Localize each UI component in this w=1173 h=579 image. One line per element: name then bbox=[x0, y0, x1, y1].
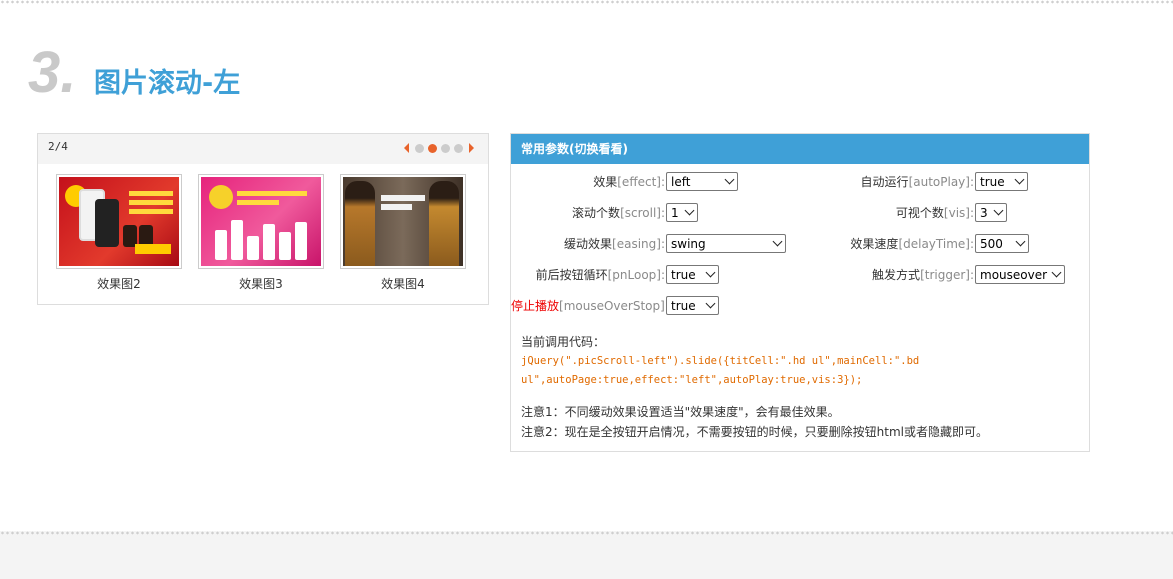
mouseoverstop-select[interactable]: true bbox=[666, 296, 719, 315]
section-title: 图片滚动-左 bbox=[94, 68, 241, 99]
code-label: 当前调用代码： bbox=[521, 335, 606, 349]
slide-item[interactable]: 效果图2 bbox=[56, 174, 182, 292]
pager-dot-3[interactable] bbox=[441, 143, 450, 153]
slide-item[interactable]: 效果图4 bbox=[340, 174, 466, 292]
param-vis: 可视个数[vis]: 3 bbox=[811, 203, 1007, 222]
panel-header: 常用参数(切换看看) bbox=[511, 134, 1089, 164]
slider-pager bbox=[404, 143, 474, 153]
param-trigger: 触发方式[trigger]: mouseover bbox=[811, 265, 1065, 284]
slide-image[interactable] bbox=[56, 174, 182, 269]
footer-band bbox=[0, 531, 1173, 579]
slide-item[interactable]: 效果图3 bbox=[198, 174, 324, 292]
autoplay-select[interactable]: true bbox=[975, 172, 1028, 191]
notes: 注意1：不同缓动效果设置适当"效果速度"，会有最佳效果。 注意2：现在是全按钮开… bbox=[521, 402, 988, 442]
slide-caption[interactable]: 效果图3 bbox=[198, 275, 324, 292]
pager-dot-1[interactable] bbox=[415, 143, 424, 153]
chevron-down-icon bbox=[724, 174, 735, 185]
chevron-down-icon bbox=[705, 267, 716, 278]
param-scroll: 滚动个数[scroll]: 1 bbox=[511, 203, 698, 222]
chevron-down-icon bbox=[993, 205, 1004, 216]
trigger-select[interactable]: mouseover bbox=[975, 265, 1065, 284]
pic-scroll-demo: 2/4 效果图2 效果图3 效果图4 bbox=[37, 133, 489, 305]
slide-list: 效果图2 效果图3 效果图4 bbox=[56, 174, 466, 292]
easing-select[interactable]: swing bbox=[666, 234, 786, 253]
pager-dot-4[interactable] bbox=[454, 143, 463, 153]
chevron-down-icon bbox=[1051, 267, 1062, 278]
page-indicator: 2/4 bbox=[48, 140, 68, 153]
note-1: 注意1：不同缓动效果设置适当"效果速度"，会有最佳效果。 bbox=[521, 405, 840, 419]
bottom-dotted-divider bbox=[0, 531, 1173, 535]
param-delaytime: 效果速度[delayTime]: 500 bbox=[811, 234, 1029, 253]
chevron-down-icon bbox=[772, 236, 783, 247]
param-pnloop: 前后按钮循环[pnLoop]: true bbox=[511, 265, 719, 284]
next-arrow-icon[interactable] bbox=[469, 143, 474, 153]
param-easing: 缓动效果[easing]: swing bbox=[511, 234, 786, 253]
slide-caption[interactable]: 效果图4 bbox=[340, 275, 466, 292]
param-mouseoverstop: 停止播放[mouseOverStop]: true bbox=[511, 296, 719, 315]
slide-image[interactable] bbox=[340, 174, 466, 269]
code-snippet: jQuery(".picScroll-left").slide({titCell… bbox=[521, 355, 920, 386]
scroll-select[interactable]: 1 bbox=[666, 203, 698, 222]
section-number: 3. bbox=[28, 40, 77, 105]
effect-select[interactable]: left bbox=[666, 172, 738, 191]
chevron-down-icon bbox=[705, 298, 716, 309]
top-dotted-divider bbox=[0, 0, 1173, 4]
chevron-down-icon bbox=[1015, 236, 1026, 247]
slider-header: 2/4 bbox=[38, 134, 488, 164]
pager-dot-2[interactable] bbox=[428, 143, 437, 153]
prev-arrow-icon[interactable] bbox=[404, 143, 409, 153]
delaytime-select[interactable]: 500 bbox=[975, 234, 1029, 253]
note-2: 注意2：现在是全按钮开启情况，不需要按钮的时候，只要删除按钮html或者隐藏即可… bbox=[521, 425, 988, 439]
slide-image[interactable] bbox=[198, 174, 324, 269]
params-panel: 常用参数(切换看看) 效果[effect]: left 自动运行[autoPla… bbox=[510, 133, 1090, 452]
slide-caption[interactable]: 效果图2 bbox=[56, 275, 182, 292]
param-autoplay: 自动运行[autoPlay]: true bbox=[811, 172, 1028, 191]
chevron-down-icon bbox=[684, 205, 695, 216]
pnloop-select[interactable]: true bbox=[666, 265, 719, 284]
chevron-down-icon bbox=[1014, 174, 1025, 185]
vis-select[interactable]: 3 bbox=[975, 203, 1007, 222]
param-effect: 效果[effect]: left bbox=[511, 172, 738, 191]
